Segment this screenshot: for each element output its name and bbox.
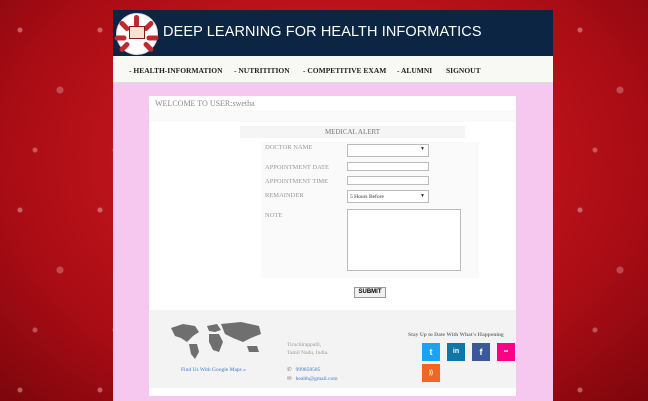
medical-alert-form: DOCTOR NAME ▼ APPOINTMENT DATE APPOINTME…: [261, 142, 479, 278]
nav-item-nutrition[interactable]: - NUTRITITION: [234, 66, 290, 75]
submit-button[interactable]: SUBMIT: [354, 287, 386, 298]
site-footer: Find Us With Google Maps » Tiruchirappal…: [149, 310, 516, 388]
nav-item-competitive-exam[interactable]: - COMPETITIVE EXAM: [303, 66, 386, 75]
form-heading: MEDICAL ALERT: [240, 126, 465, 138]
nav-item-signout[interactable]: SIGNOUT: [446, 66, 481, 75]
stay-updated-text: Stay Up to Date With What's Happening: [408, 332, 504, 338]
phone-icon: ✆: [287, 367, 292, 373]
page-container: DEEP LEARNING FOR HEALTH INFORMATICS - H…: [113, 10, 553, 401]
reminder-select[interactable]: 5 Hours Before ▼: [347, 190, 429, 203]
main-nav: - HEALTH-INFORMATION - NUTRITITION - COM…: [113, 56, 553, 83]
mail-icon: ✉: [287, 376, 292, 382]
google-maps-link[interactable]: Find Us With Google Maps »: [181, 367, 246, 373]
nav-item-health-information[interactable]: - HEALTH-INFORMATION: [129, 66, 223, 75]
facebook-icon[interactable]: f: [472, 343, 490, 361]
site-logo[interactable]: [114, 13, 159, 55]
doctor-name-select[interactable]: ▼: [347, 144, 429, 157]
welcome-bar: [149, 110, 516, 122]
linkedin-icon[interactable]: in: [447, 343, 465, 361]
reminder-label: REMAINDER: [265, 192, 304, 199]
appointment-date-label: APPOINTMENT DATE: [265, 164, 329, 171]
rss-icon[interactable]: )): [422, 364, 440, 382]
twitter-icon[interactable]: t: [422, 343, 440, 361]
flickr-icon[interactable]: ••: [497, 343, 515, 361]
chevron-down-icon: ▼: [420, 194, 425, 199]
address: Tiruchirappalli, Tamil Nadu, India.: [287, 341, 328, 357]
appointment-date-input[interactable]: [347, 162, 429, 171]
site-title: DEEP LEARNING FOR HEALTH INFORMATICS: [163, 24, 482, 40]
appointment-time-input[interactable]: [347, 176, 429, 185]
site-header: DEEP LEARNING FOR HEALTH INFORMATICS: [113, 10, 553, 56]
welcome-message: WELCOME TO USER:swetha: [155, 99, 255, 108]
doctor-name-label: DOCTOR NAME: [265, 144, 313, 151]
world-map-icon: [171, 322, 261, 359]
nav-item-alumni[interactable]: - ALUMNI: [397, 66, 432, 75]
appointment-time-label: APPOINTMENT TIME: [265, 178, 329, 185]
address-line-city: Tiruchirappalli,: [287, 342, 322, 348]
book-icon: [129, 26, 145, 39]
phone-number: 999858585: [295, 367, 321, 373]
contact-info: ✆ 999858585 ✉ health@gmail.com: [287, 366, 337, 384]
note-label: NOTE: [265, 212, 283, 219]
chevron-down-icon: ▼: [420, 147, 425, 152]
note-textarea[interactable]: [347, 209, 461, 271]
email-link[interactable]: health@gmail.com: [296, 376, 338, 382]
address-line-state: Tamil Nadu, India.: [287, 350, 329, 356]
